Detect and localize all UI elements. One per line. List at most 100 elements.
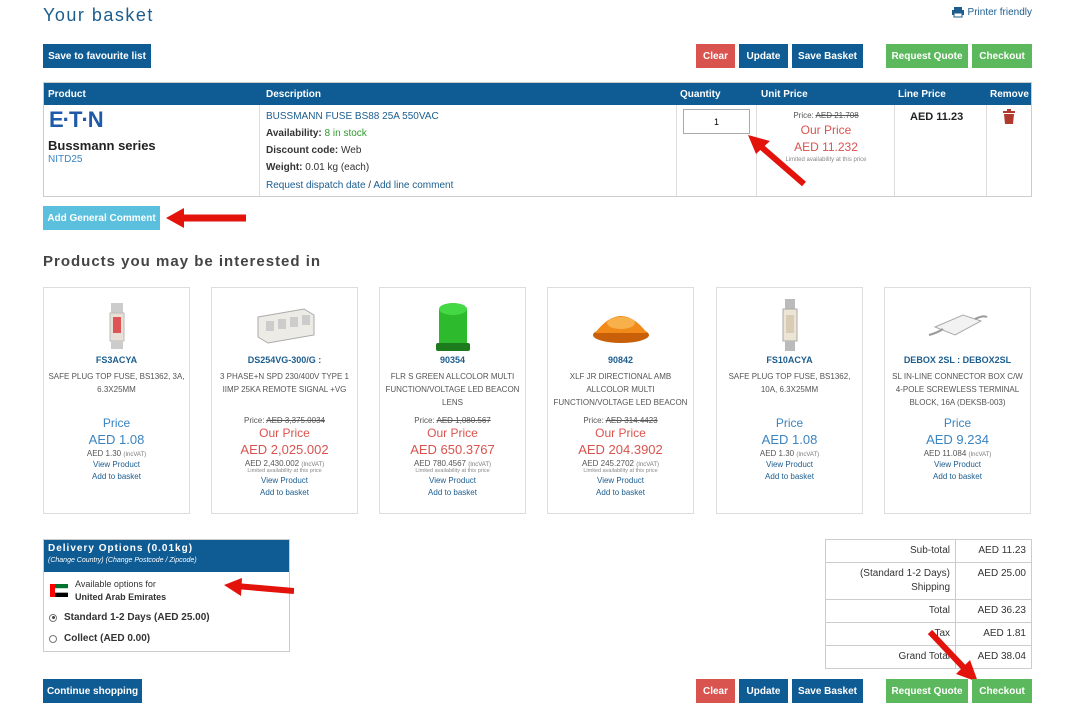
view-product-link[interactable]: View Product [429, 476, 476, 485]
total-value: AED 36.23 [977, 605, 1026, 616]
header-remove: Remove [990, 89, 1029, 100]
was-price: AED 1,080.567 [436, 416, 491, 425]
product-code: DS254VG-300/G : [247, 355, 322, 365]
header-product: Product [48, 89, 86, 100]
add-to-basket-link[interactable]: Add to basket [428, 488, 477, 497]
delivery-option-standard[interactable]: Standard 1-2 Days (AED 25.00) [49, 612, 210, 623]
add-to-basket-link[interactable]: Add to basket [92, 472, 141, 481]
was-price: AED 314.4423 [605, 416, 658, 425]
add-to-basket-link[interactable]: Add to basket [765, 472, 814, 481]
availability-label: Availability: [266, 128, 322, 139]
product-code: DEBOX 2SL : DEBOX2SL [903, 355, 1012, 365]
view-product-link[interactable]: View Product [766, 460, 813, 469]
add-to-basket-link[interactable]: Add to basket [933, 472, 982, 481]
product-name-link[interactable]: BUSSMANN FUSE BS88 25A 550VAC [266, 111, 439, 122]
vat-line: AED 780.4567 (IncVAT) [380, 459, 525, 468]
header-unit-price: Unit Price [761, 89, 808, 100]
was-price-line: Price: AED 3,375.0034 [212, 416, 357, 425]
add-to-basket-link[interactable]: Add to basket [260, 488, 309, 497]
save-basket-button-bottom[interactable]: Save Basket [792, 679, 863, 703]
product-code: FS10ACYA [766, 355, 813, 365]
vat-price: AED 1.30 [86, 449, 122, 458]
product-brand: Bussmann series [48, 138, 156, 153]
vat-price: AED 780.4567 [413, 459, 467, 468]
price: AED 1.08 [88, 432, 145, 447]
radio-selected[interactable] [49, 613, 57, 622]
product-card: FS3ACYA SAFE PLUG TOP FUSE, BS1362, 3A, … [43, 287, 190, 514]
weight-line: Weight: 0.01 kg (each) [266, 162, 369, 173]
delivery-title: Delivery Options (0.01kg) [48, 543, 194, 554]
request-dispatch-link[interactable]: Request dispatch date [266, 180, 366, 191]
delivery-option-label: Collect (AED 0.00) [64, 633, 151, 644]
update-button[interactable]: Update [739, 44, 788, 68]
header-line-price: Line Price [898, 89, 946, 100]
header-quantity: Quantity [680, 89, 721, 100]
our-price-label: Our Price [259, 426, 310, 440]
clear-button-bottom[interactable]: Clear [696, 679, 735, 703]
checkout-button-bottom[interactable]: Checkout [972, 679, 1032, 703]
was-price-label: Price: [414, 416, 435, 425]
discount-value: Web [341, 145, 362, 156]
radio-unselected[interactable] [49, 634, 57, 643]
view-product-link[interactable]: View Product [93, 460, 140, 469]
product-card: DEBOX 2SL : DEBOX2SL SL IN-LINE CONNECTO… [884, 287, 1031, 514]
weight-value: 0.01 kg (each) [305, 162, 370, 173]
printer-friendly-link[interactable]: Printer friendly [951, 6, 1032, 18]
discount-label: Discount code: [266, 145, 339, 156]
our-price-label: Our Price [427, 426, 478, 440]
view-product-link[interactable]: View Product [934, 460, 981, 469]
view-product-link[interactable]: View Product [597, 476, 644, 485]
delivery-option-collect[interactable]: Collect (AED 0.00) [49, 633, 150, 644]
product-desc: 3 PHASE+N SPD 230/400V TYPE 1 IIMP 25KA … [219, 372, 350, 394]
price-label: Price [943, 416, 972, 430]
change-postcode-link[interactable]: (Change Postcode / Zipcode) [106, 557, 197, 564]
add-to-basket-link[interactable]: Add to basket [596, 488, 645, 497]
price: AED 650.3767 [410, 442, 495, 457]
clear-button[interactable]: Clear [696, 44, 735, 68]
our-price-label: Our Price [595, 426, 646, 440]
annotation-arrow-country [224, 578, 294, 596]
trash-icon[interactable] [1002, 109, 1016, 124]
totals-row: (Standard 1-2 Days) Shipping AED 25.00 [826, 562, 1031, 599]
price-label: Price [102, 416, 131, 430]
request-quote-button[interactable]: Request Quote [886, 44, 968, 68]
product-desc: SAFE PLUG TOP FUSE, BS1362, 3A, 6.3X25MM [48, 372, 185, 394]
delivery-header: Delivery Options (0.01kg) (Change Countr… [44, 540, 289, 572]
availability-value: 8 in stock [324, 128, 367, 139]
request-quote-button-bottom[interactable]: Request Quote [886, 679, 968, 703]
vat-price: AED 2,430.002 [244, 459, 300, 468]
basket-table: Product Description Quantity Unit Price … [43, 82, 1032, 197]
add-general-comment-button[interactable]: Add General Comment [43, 206, 160, 230]
quantity-input[interactable] [683, 109, 750, 134]
availability-line: Availability: 8 in stock [266, 128, 367, 139]
product-card: 90842 XLF JR DIRECTIONAL AMB ALLCOLOR MU… [547, 287, 694, 514]
view-product-link[interactable]: View Product [261, 476, 308, 485]
save-favourite-button[interactable]: Save to favourite list [43, 44, 151, 68]
product-desc: SAFE PLUG TOP FUSE, BS1362, 10A, 6.3X25M… [728, 372, 851, 394]
was-price: AED 3,375.0034 [266, 416, 325, 425]
vat-line: AED 1.30 (IncVAT) [44, 449, 189, 458]
vat-price: AED 1.30 [759, 449, 795, 458]
delivery-option-label: Standard 1-2 Days (AED 25.00) [64, 612, 210, 623]
add-line-comment-link[interactable]: Add line comment [373, 180, 453, 191]
change-country-link[interactable]: (Change Country) [48, 557, 104, 564]
update-button-bottom[interactable]: Update [739, 679, 788, 703]
continue-shopping-button[interactable]: Continue shopping [43, 679, 142, 703]
printer-icon [951, 7, 964, 18]
weight-label: Weight: [266, 162, 303, 173]
save-basket-button[interactable]: Save Basket [792, 44, 863, 68]
product-sku-link[interactable]: NITD25 [48, 154, 82, 165]
basket-table-header: Product Description Quantity Unit Price … [44, 83, 1031, 105]
link-separator: / [368, 180, 372, 191]
was-price-label: Price: [793, 111, 814, 120]
product-card: 90354 FLR S GREEN ALLCOLOR MULTI FUNCTIO… [379, 287, 526, 514]
available-for-label: Available options for [75, 579, 156, 589]
checkout-button[interactable]: Checkout [972, 44, 1032, 68]
was-price: AED 21.708 [815, 111, 859, 120]
discount-line: Discount code: Web [266, 145, 361, 156]
was-price-line: Price: AED 21.708 [758, 111, 894, 120]
printer-friendly-label: Printer friendly [967, 6, 1032, 18]
vat-price: AED 11.084 [923, 449, 967, 458]
uae-flag-icon [50, 584, 68, 597]
was-price-label: Price: [583, 416, 604, 425]
